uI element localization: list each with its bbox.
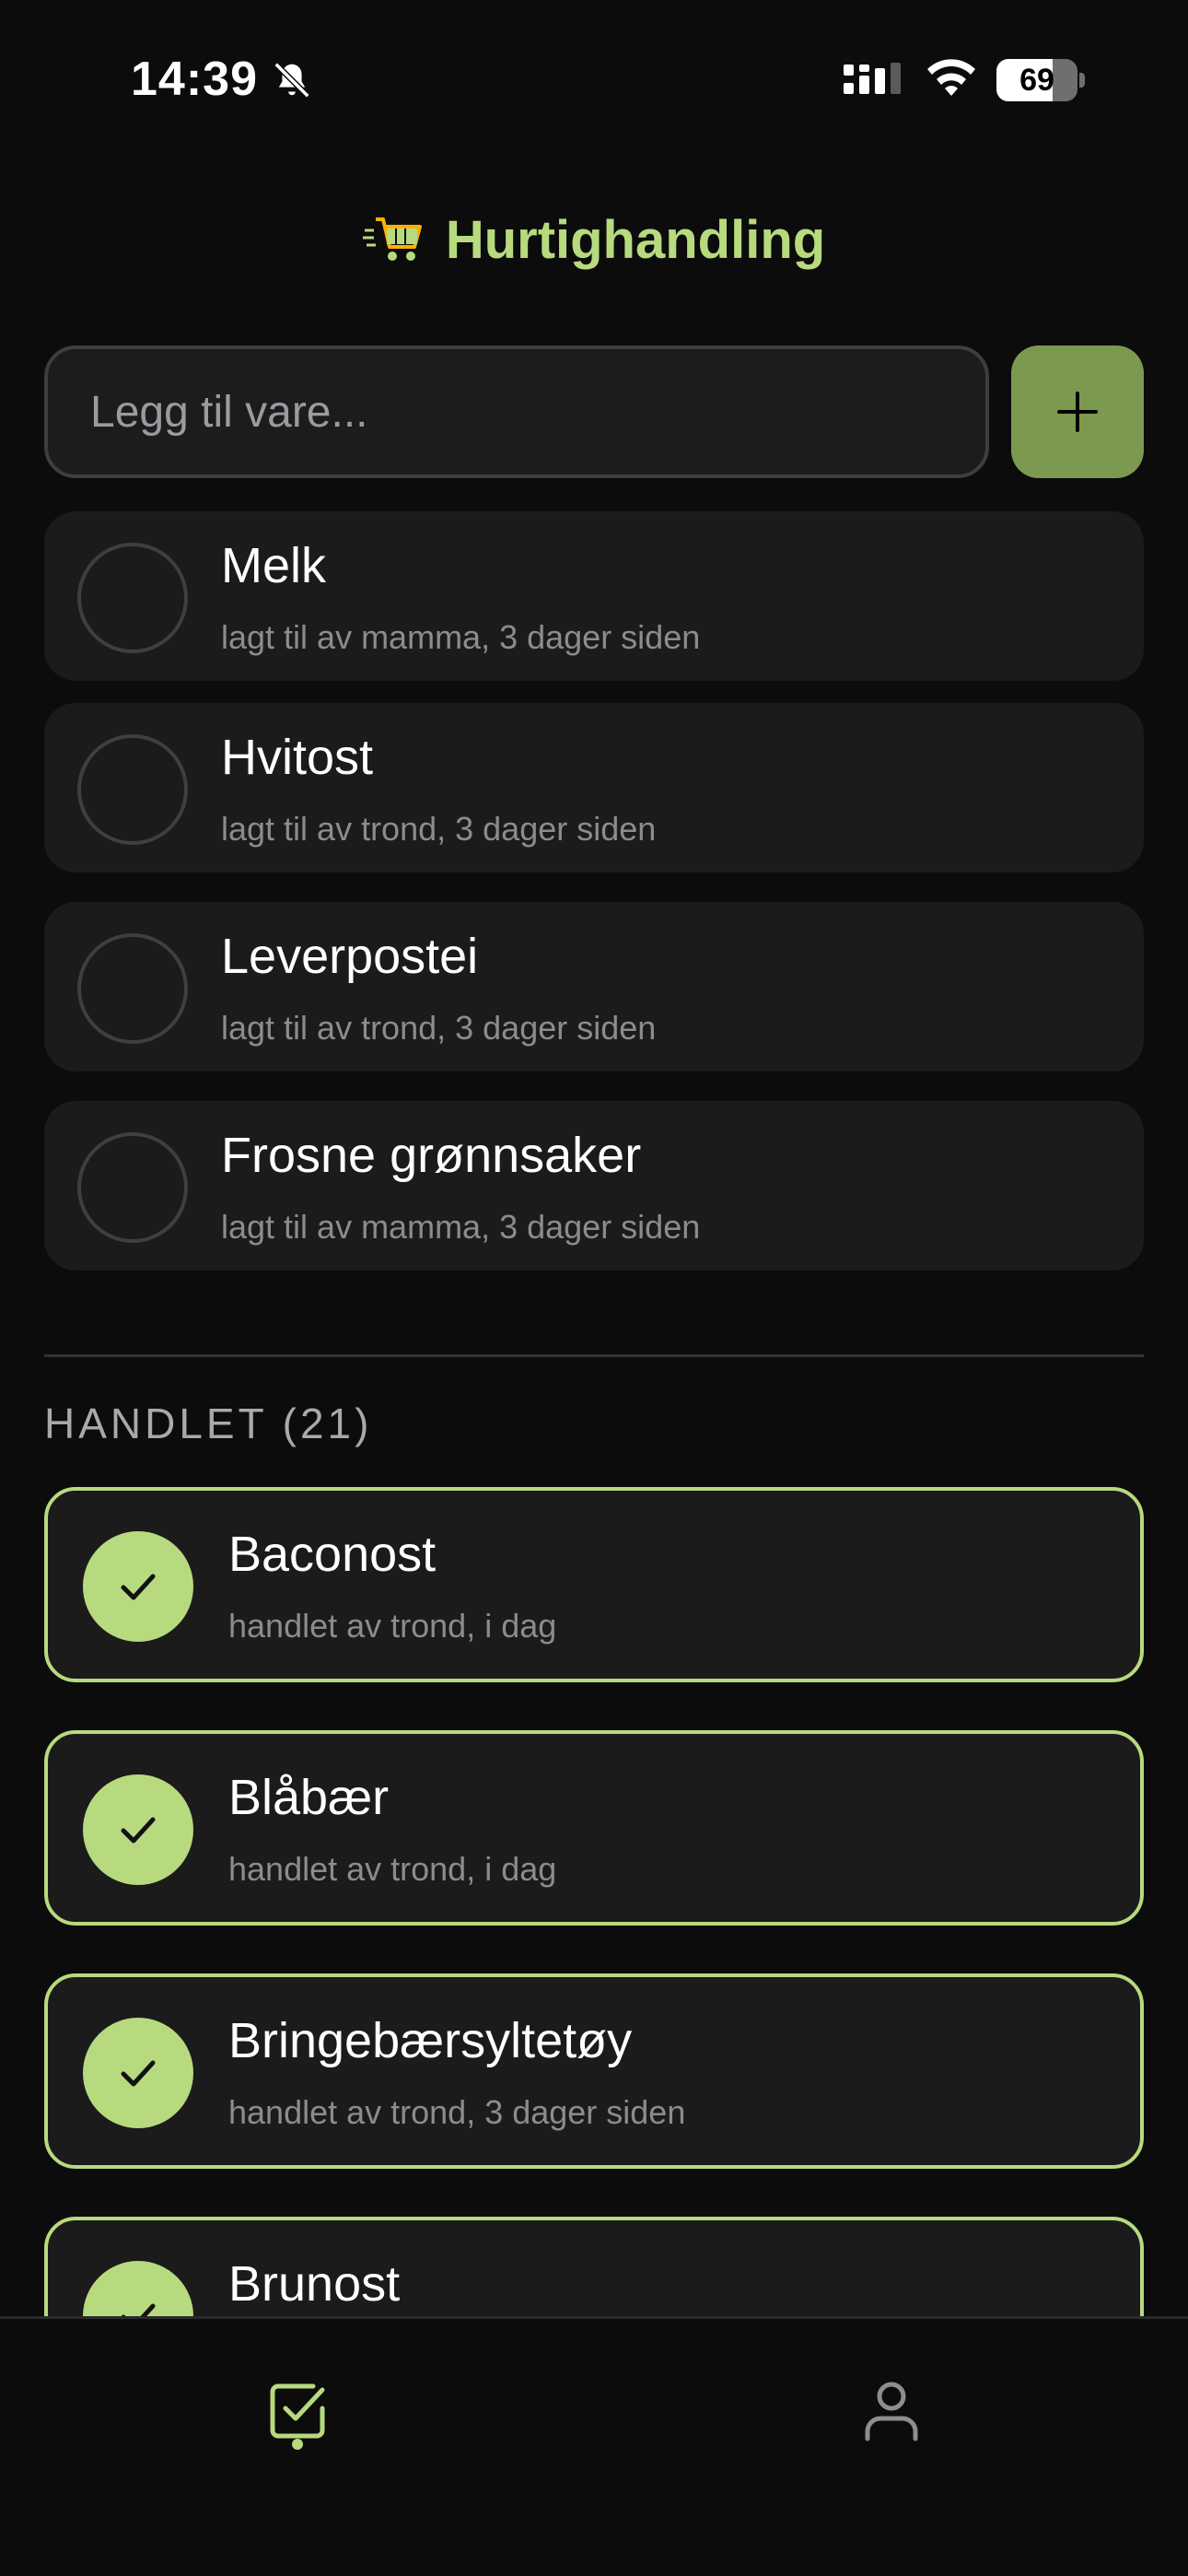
bought-section-label: HANDLET (21): [44, 1399, 373, 1447]
battery-icon: 69: [996, 59, 1085, 101]
app-title: Hurtighandling: [445, 209, 826, 270]
list-item[interactable]: Melk lagt til av mamma, 3 dager siden: [44, 511, 1144, 681]
item-name: Blåbær: [228, 1770, 390, 1825]
bought-list-item[interactable]: Baconost handlet av trond, i dag: [44, 1487, 1144, 1682]
wifi-icon: [927, 59, 975, 96]
tab-bar: [0, 2316, 1188, 2576]
item-name: Baconost: [228, 1527, 437, 1582]
item-name: Hvitost: [221, 730, 374, 785]
item-meta: lagt til av trond, 3 dager siden: [221, 810, 657, 848]
list-item[interactable]: Leverpostei lagt til av trond, 3 dager s…: [44, 902, 1144, 1071]
item-name: Bringebærsyltetøy: [228, 2013, 633, 2068]
user-icon: [865, 2382, 917, 2441]
item-meta: lagt til av mamma, 3 dager siden: [221, 618, 701, 656]
item-name: Frosne grønnsaker: [221, 1128, 642, 1183]
bell-slash-icon: [274, 62, 310, 99]
item-meta: lagt til av mamma, 3 dager siden: [221, 1208, 701, 1246]
item-checkbox[interactable]: [77, 734, 188, 845]
item-name: Leverpostei: [221, 929, 479, 984]
item-meta: lagt til av trond, 3 dager siden: [221, 1009, 657, 1047]
section-divider: [44, 1354, 1144, 1357]
item-name: Melk: [221, 538, 327, 593]
item-checkbox-checked[interactable]: [83, 1531, 193, 1642]
active-tab-indicator: [292, 2439, 303, 2450]
item-checkbox-checked[interactable]: [83, 1774, 193, 1885]
list-item[interactable]: Frosne grønnsaker lagt til av mamma, 3 d…: [44, 1101, 1144, 1270]
check-icon: [121, 1817, 156, 1844]
app-header: Hurtighandling: [0, 175, 1188, 304]
item-checkbox[interactable]: [77, 933, 188, 1044]
tab-profile[interactable]: [594, 2319, 1188, 2503]
checklist-icon: [270, 2383, 324, 2439]
battery-level: 69: [1019, 63, 1054, 98]
status-bar: 14:39 69: [0, 0, 1188, 157]
item-name: Brunost: [228, 2256, 401, 2312]
bought-list-item[interactable]: Bringebærsyltetøy handlet av trond, 3 da…: [44, 1973, 1144, 2169]
add-item-input[interactable]: [44, 345, 989, 478]
check-icon: [121, 2060, 156, 2087]
item-meta: handlet av trond, 3 dager siden: [228, 2093, 686, 2131]
status-time: 14:39: [131, 53, 258, 106]
item-checkbox-checked[interactable]: [83, 2018, 193, 2128]
item-checkbox[interactable]: [77, 543, 188, 653]
item-meta: handlet av trond, i dag: [228, 1607, 557, 1645]
tab-shopping-list[interactable]: [0, 2319, 594, 2503]
plus-icon: [1057, 392, 1098, 432]
signal-icon: [844, 63, 901, 94]
shopping-cart-icon: [362, 217, 422, 261]
item-checkbox[interactable]: [77, 1132, 188, 1243]
app-screen: 14:39 69 Hurtighandling Legg til vare...…: [0, 0, 1188, 2576]
check-icon: [121, 1574, 156, 1600]
add-item-button[interactable]: [1011, 345, 1144, 478]
item-meta: handlet av trond, i dag: [228, 1850, 557, 1888]
bought-list-item[interactable]: Blåbær handlet av trond, i dag: [44, 1730, 1144, 1926]
list-item[interactable]: Hvitost lagt til av trond, 3 dager siden: [44, 703, 1144, 872]
